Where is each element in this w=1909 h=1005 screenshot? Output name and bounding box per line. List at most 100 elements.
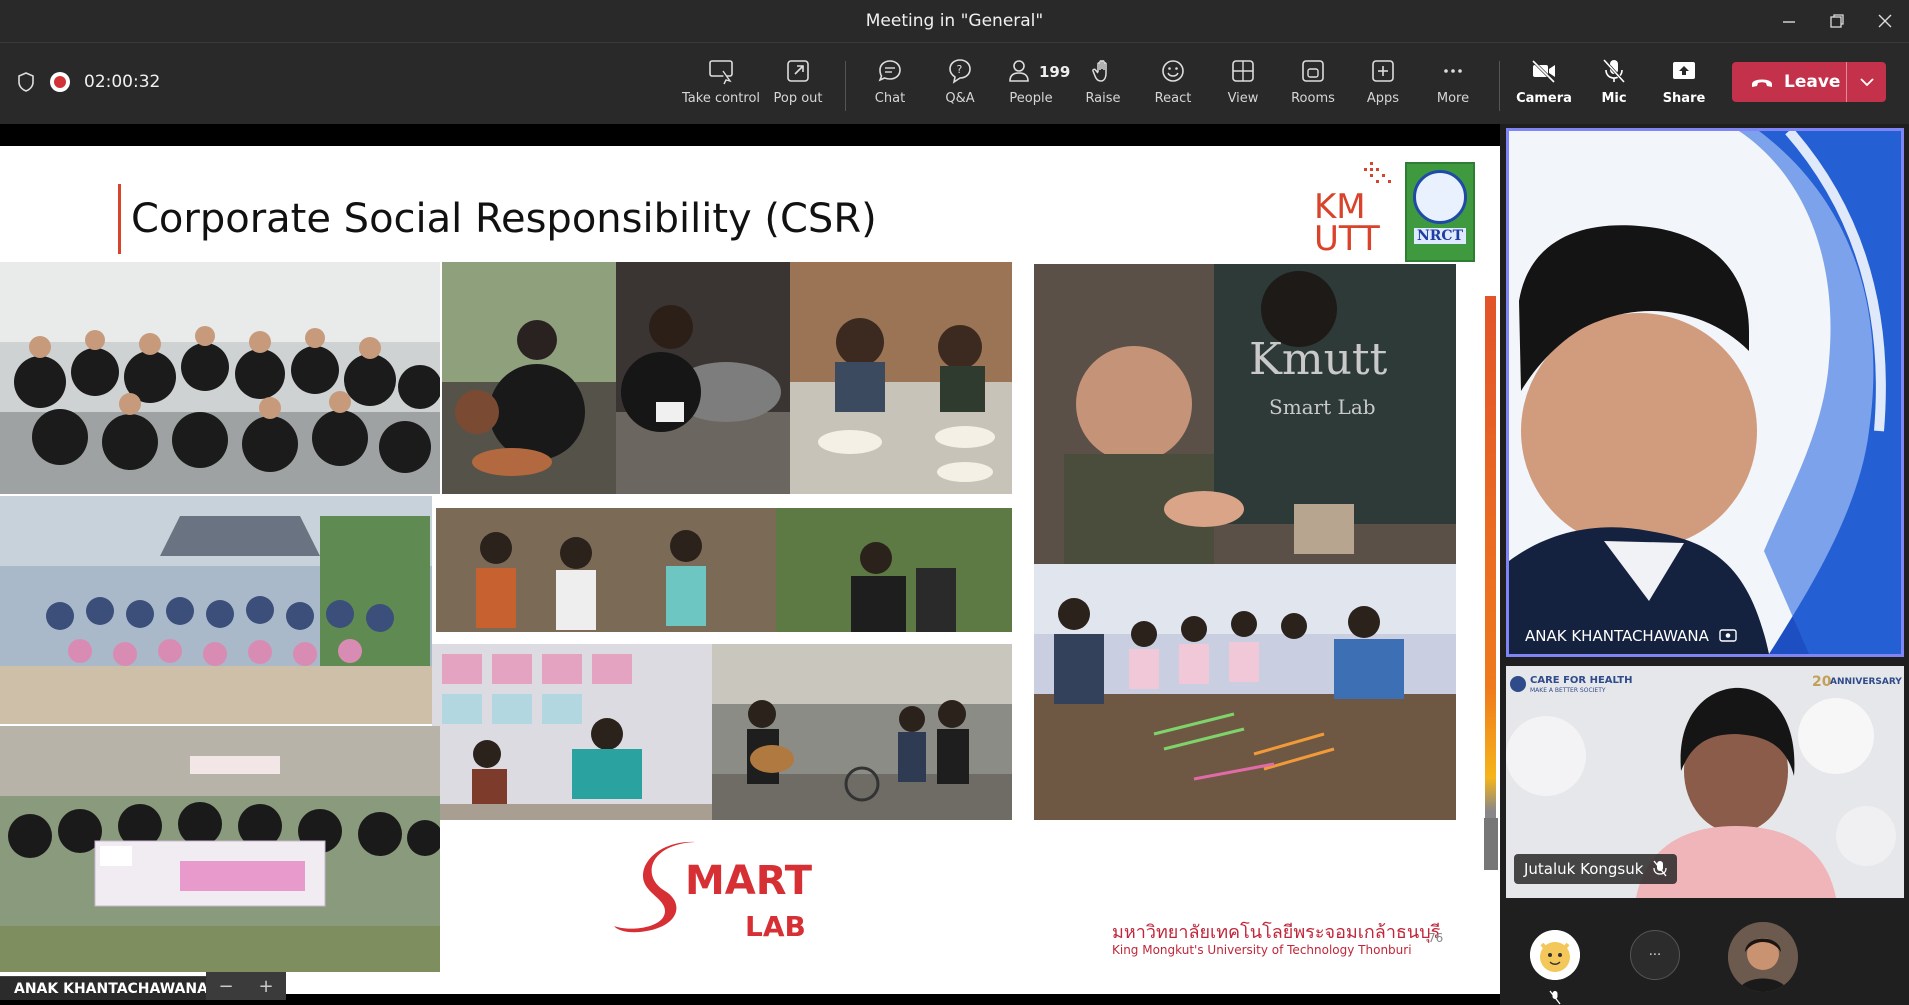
apps-label: Apps <box>1366 91 1400 106</box>
pop-out-label: Pop out <box>773 91 823 106</box>
cartoon-avatar-icon <box>1530 930 1580 980</box>
qa-label: Q&A <box>945 91 975 106</box>
shield-icon <box>18 72 34 92</box>
view-label: View <box>1227 91 1259 106</box>
svg-text:ANNIVERSARY: ANNIVERSARY <box>1830 677 1902 687</box>
participant-video <box>1509 131 1901 654</box>
camera-label: Camera <box>1516 91 1572 106</box>
screen-share-indicator-icon <box>1719 629 1737 642</box>
people-icon <box>1009 60 1029 82</box>
csr-photo-kids-activity <box>436 508 1012 632</box>
people-label: People <box>1009 91 1053 106</box>
csr-photo-school-group <box>0 496 432 724</box>
kmutt-logo: KM UTT <box>1314 162 1391 258</box>
csr-photo-shelves-play <box>432 644 712 820</box>
participant-avatar[interactable] <box>1530 930 1580 980</box>
svg-text:UTT: UTT <box>1314 219 1380 258</box>
participant-name: ANAK KHANTACHAWANA <box>1525 627 1709 645</box>
share-icon <box>1673 62 1695 79</box>
svg-text:20: 20 <box>1812 674 1832 690</box>
camera-off-icon <box>1531 59 1556 84</box>
participant-tile-speaker[interactable]: ANAK KHANTACHAWANA <box>1506 128 1904 657</box>
csr-photo-group-shirts <box>0 262 440 494</box>
more-participants-strip: ··· <box>1506 910 1904 1005</box>
take-control-button[interactable]: Take control <box>682 57 760 113</box>
nrct-logo: NRCT <box>1405 162 1475 262</box>
toolbar-divider <box>1499 61 1500 111</box>
restore-icon[interactable] <box>1812 0 1862 42</box>
csr-photo-kids-eating <box>790 262 1012 494</box>
nrct-seal-icon <box>1413 170 1467 224</box>
mic-label: Mic <box>1601 91 1627 106</box>
chat-label: Chat <box>874 91 906 106</box>
react-icon <box>1162 60 1184 82</box>
rooms-label: Rooms <box>1291 91 1335 106</box>
share-button[interactable]: Share <box>1645 57 1723 113</box>
raise-hand-button[interactable]: Raise <box>1064 57 1142 113</box>
meeting-timer: 02:00:32 <box>84 72 161 92</box>
presentation-slide: Corporate Social Responsibility (CSR) KM… <box>0 146 1500 994</box>
title-accent-bar <box>118 184 121 254</box>
zoom-out-button[interactable]: − <box>218 976 233 997</box>
zoom-controls: − + <box>206 972 286 1000</box>
chevron-down-icon <box>1859 78 1874 87</box>
slide-page-number: 76 <box>1428 931 1444 945</box>
rooms-button[interactable]: Rooms <box>1274 57 1352 113</box>
mic-off-icon <box>1549 990 1561 1005</box>
presenter-name-tag: ANAK KHANTACHAWANA <box>0 976 222 1000</box>
participant-avatar[interactable] <box>1728 922 1798 992</box>
mic-button[interactable]: Mic <box>1575 57 1653 113</box>
qa-icon: ? <box>949 59 971 84</box>
csr-photo-smartlab-shirt: Kmutt Smart Lab <box>1034 264 1456 564</box>
take-control-label: Take control <box>682 91 761 106</box>
more-label: More <box>1436 91 1470 106</box>
svg-text:Smart Lab: Smart Lab <box>1269 395 1376 419</box>
csr-photo-wok <box>616 262 790 494</box>
react-label: React <box>1154 91 1192 106</box>
meeting-toolbar: 02:00:32 Take control Pop out Chat ? Q&A… <box>0 42 1909 124</box>
background-logo-text: CARE FOR HEALTH <box>1530 675 1632 686</box>
people-button[interactable]: 199 People <box>992 57 1070 113</box>
leave-button[interactable]: Leave <box>1732 62 1886 102</box>
smart-lab-logo: MART LAB <box>614 841 813 943</box>
leave-label: Leave <box>1784 72 1841 92</box>
participant-tile-jutaluk[interactable]: CARE FOR HEALTH MAKE A BETTER SOCIETY 20… <box>1506 666 1904 898</box>
meeting-info: 02:00:32 <box>16 71 160 93</box>
pop-out-button[interactable]: Pop out <box>759 57 837 113</box>
more-participants-button[interactable]: ··· <box>1630 930 1680 980</box>
participant-name-label: ANAK KHANTACHAWANA <box>1515 621 1747 651</box>
camera-button[interactable]: Camera <box>1505 57 1583 113</box>
slide-side-accent <box>1485 296 1496 856</box>
more-icon <box>1444 69 1462 73</box>
content-scrollbar[interactable] <box>1484 818 1498 870</box>
recording-icon <box>50 72 70 92</box>
title-bar: Meeting in "General" <box>0 0 1909 42</box>
window-title: Meeting in "General" <box>865 11 1044 31</box>
view-grid-icon <box>1232 60 1254 82</box>
svg-text:LAB: LAB <box>745 910 806 943</box>
leave-main[interactable]: Leave <box>1732 72 1846 92</box>
chat-button[interactable]: Chat <box>851 57 929 113</box>
react-button[interactable]: React <box>1134 57 1212 113</box>
hang-up-icon <box>1752 79 1772 87</box>
minimize-icon[interactable] <box>1764 0 1814 42</box>
raise-hand-icon <box>1092 60 1107 82</box>
leave-options-button[interactable] <box>1846 62 1886 102</box>
apps-button[interactable]: Apps <box>1344 57 1422 113</box>
qa-button[interactable]: ? Q&A <box>921 57 999 113</box>
university-name-english: King Mongkut's University of Technology … <box>1112 943 1412 957</box>
zoom-in-button[interactable]: + <box>258 976 273 997</box>
mic-off-icon <box>1602 58 1626 84</box>
close-icon[interactable] <box>1860 0 1909 42</box>
more-button[interactable]: More <box>1414 57 1492 113</box>
view-button[interactable]: View <box>1204 57 1282 113</box>
nrct-logo-text: NRCT <box>1414 228 1466 244</box>
svg-text:MAKE A BETTER SOCIETY: MAKE A BETTER SOCIETY <box>1530 687 1606 694</box>
slide-title: Corporate Social Responsibility (CSR) <box>131 196 877 242</box>
share-label: Share <box>1662 91 1706 106</box>
apps-icon <box>1372 60 1394 82</box>
shared-content-stage: Corporate Social Responsibility (CSR) KM… <box>0 124 1500 1005</box>
university-name-thai: มหาวิทยาลัยเทคโนโลยีพระจอมเกล้าธนบุรี <box>1112 922 1441 943</box>
csr-photo-cooking <box>442 262 616 494</box>
csr-photo-banner-group <box>0 726 440 972</box>
